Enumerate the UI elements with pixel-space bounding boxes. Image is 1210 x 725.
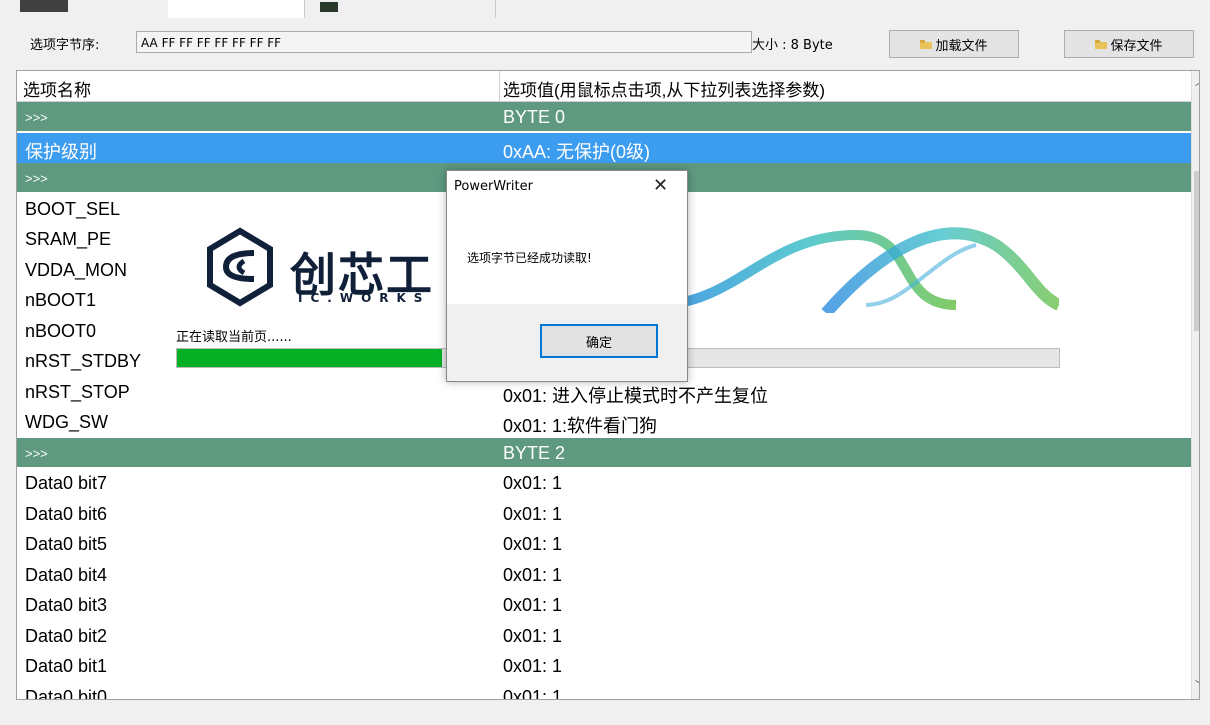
table-row[interactable]: Data0 bit4 0x01: 1 [17, 560, 1191, 590]
option-bytes-label: 选项字节序: [30, 38, 100, 53]
section-row[interactable]: >>> BYTE 0 [17, 102, 1191, 131]
option-name-cell: >>> [25, 171, 48, 186]
option-value-cell[interactable]: 0x01: 1 [503, 565, 562, 586]
status-bar [0, 700, 1210, 725]
load-file-label: 加载文件 [935, 38, 988, 54]
option-name-cell: Data0 bit3 [25, 595, 108, 615]
option-value-cell[interactable]: 0x01: 1 [503, 626, 562, 647]
waves-graphic [656, 227, 1059, 313]
option-name-cell: nRST_STDBY [25, 351, 142, 371]
dialog-message: 选项字节已经成功读取! [467, 251, 592, 265]
option-name-cell: SRAM_PE [25, 229, 112, 249]
load-file-icon [920, 40, 933, 49]
grid-scrollbar[interactable]: ︿ ﹀ [1191, 71, 1199, 699]
ok-button[interactable]: 确定 [540, 324, 658, 358]
top-tab-strip [0, 0, 1210, 20]
reading-status: 正在读取当前页...... [176, 330, 292, 345]
option-value-cell[interactable]: BYTE 0 [503, 107, 565, 128]
load-file-button[interactable]: 加载文件 [889, 30, 1019, 58]
option-name-cell: Data0 bit2 [25, 625, 108, 646]
save-file-icon [1095, 40, 1108, 49]
save-file-button[interactable]: 保存文件 [1064, 30, 1194, 58]
table-row[interactable]: Data0 bit6 0x01: 1 [17, 499, 1191, 529]
table-row[interactable]: 保护级别 0xAA: 无保护(0级) [17, 132, 1191, 164]
scroll-thumb[interactable] [1194, 171, 1199, 331]
section-row[interactable]: >>> BYTE 2 [17, 437, 1191, 467]
option-value-cell[interactable]: 0x01: 1 [503, 473, 562, 494]
scroll-up-icon[interactable]: ︿ [1195, 73, 1199, 89]
scroll-down-icon[interactable]: ﹀ [1195, 677, 1199, 693]
table-row[interactable]: Data0 bit7 0x01: 1 [17, 468, 1191, 498]
option-bytes-field[interactable]: AA FF FF FF FF FF FF FF [136, 31, 752, 53]
option-name-cell: Data0 bit7 [25, 473, 108, 493]
option-name-cell: Data0 bit4 [25, 564, 108, 585]
option-value-cell[interactable]: 0x01: 1 [503, 595, 562, 616]
dialog-footer: 确定 [447, 304, 687, 381]
option-name-cell: nBOOT0 [25, 320, 97, 341]
option-name-cell: BOOT_SEL [25, 198, 121, 219]
option-name-cell: >>> [25, 445, 48, 461]
column-divider[interactable] [499, 71, 500, 101]
option-name-cell: Data0 bit5 [25, 534, 108, 554]
tab-stub-3-icon[interactable] [320, 2, 338, 12]
progress-fill [177, 349, 442, 367]
option-value-cell[interactable]: BYTE 2 [503, 443, 565, 464]
option-name-cell: nRST_STOP [25, 381, 130, 402]
option-value-cell[interactable]: 0x01: 1 [503, 504, 562, 525]
tab-divider [495, 0, 496, 18]
logo-icon [207, 227, 273, 307]
option-name-cell: VDDA_MON [25, 259, 128, 280]
option-name-cell: >>> [25, 110, 48, 125]
table-row[interactable]: Data0 bit3 0x01: 1 [17, 590, 1191, 620]
option-name-cell: 保护级别 [25, 141, 97, 162]
message-dialog: PowerWriter ✕ 选项字节已经成功读取! 确定 [446, 170, 688, 382]
table-row[interactable]: Data0 bit5 0x01: 1 [17, 529, 1191, 559]
grid-header: 选项名称 选项值(用鼠标点击项,从下拉列表选择参数) [17, 71, 1191, 102]
table-row[interactable]: Data0 bit0 0x01: 1 [17, 682, 1191, 700]
table-row[interactable]: WDG_SW 0x01: 1:软件看门狗 [17, 407, 1191, 437]
dialog-title: PowerWriter [454, 179, 533, 194]
table-row[interactable]: Data0 bit1 0x01: 1 [17, 651, 1191, 681]
option-value-cell[interactable]: 0x01: 进入停止模式时不产生复位 [503, 382, 768, 408]
table-row[interactable]: Data0 bit2 0x01: 1 [17, 621, 1191, 651]
option-name-cell: WDG_SW [25, 412, 108, 432]
option-value-cell[interactable]: 0x01: 1 [503, 687, 562, 700]
brand-subtitle: IC.WORKS [298, 291, 431, 305]
value-column-header[interactable]: 选项值(用鼠标点击项,从下拉列表选择参数) [503, 76, 825, 101]
option-value-cell[interactable]: 0xAA: 无保护(0级) [503, 138, 650, 164]
close-icon[interactable]: ✕ [653, 175, 668, 196]
size-text: 大小 : 8 Byte [752, 38, 833, 53]
option-grid: 选项名称 选项值(用鼠标点击项,从下拉列表选择参数) >>> BYTE 0 保护级别… [16, 70, 1200, 700]
option-name-cell: Data0 bit1 [25, 656, 108, 676]
option-value-cell[interactable]: 0x01: 1 [503, 534, 562, 555]
option-name-cell: nBOOT1 [25, 290, 97, 310]
name-column-header[interactable]: 选项名称 [23, 76, 91, 101]
option-name-cell: Data0 bit6 [25, 503, 108, 524]
option-name-cell: Data0 bit0 [25, 686, 108, 700]
option-value-cell[interactable]: 0x01: 1:软件看门狗 [503, 412, 657, 438]
tab-stub-2[interactable] [168, 0, 305, 18]
option-value-cell[interactable]: 0x01: 1 [503, 656, 562, 677]
save-file-label: 保存文件 [1110, 38, 1163, 54]
option-bytes-toolbar: 选项字节序: AA FF FF FF FF FF FF FF 大小 : 8 By… [14, 27, 1204, 63]
tab-stub-1[interactable] [20, 0, 68, 12]
